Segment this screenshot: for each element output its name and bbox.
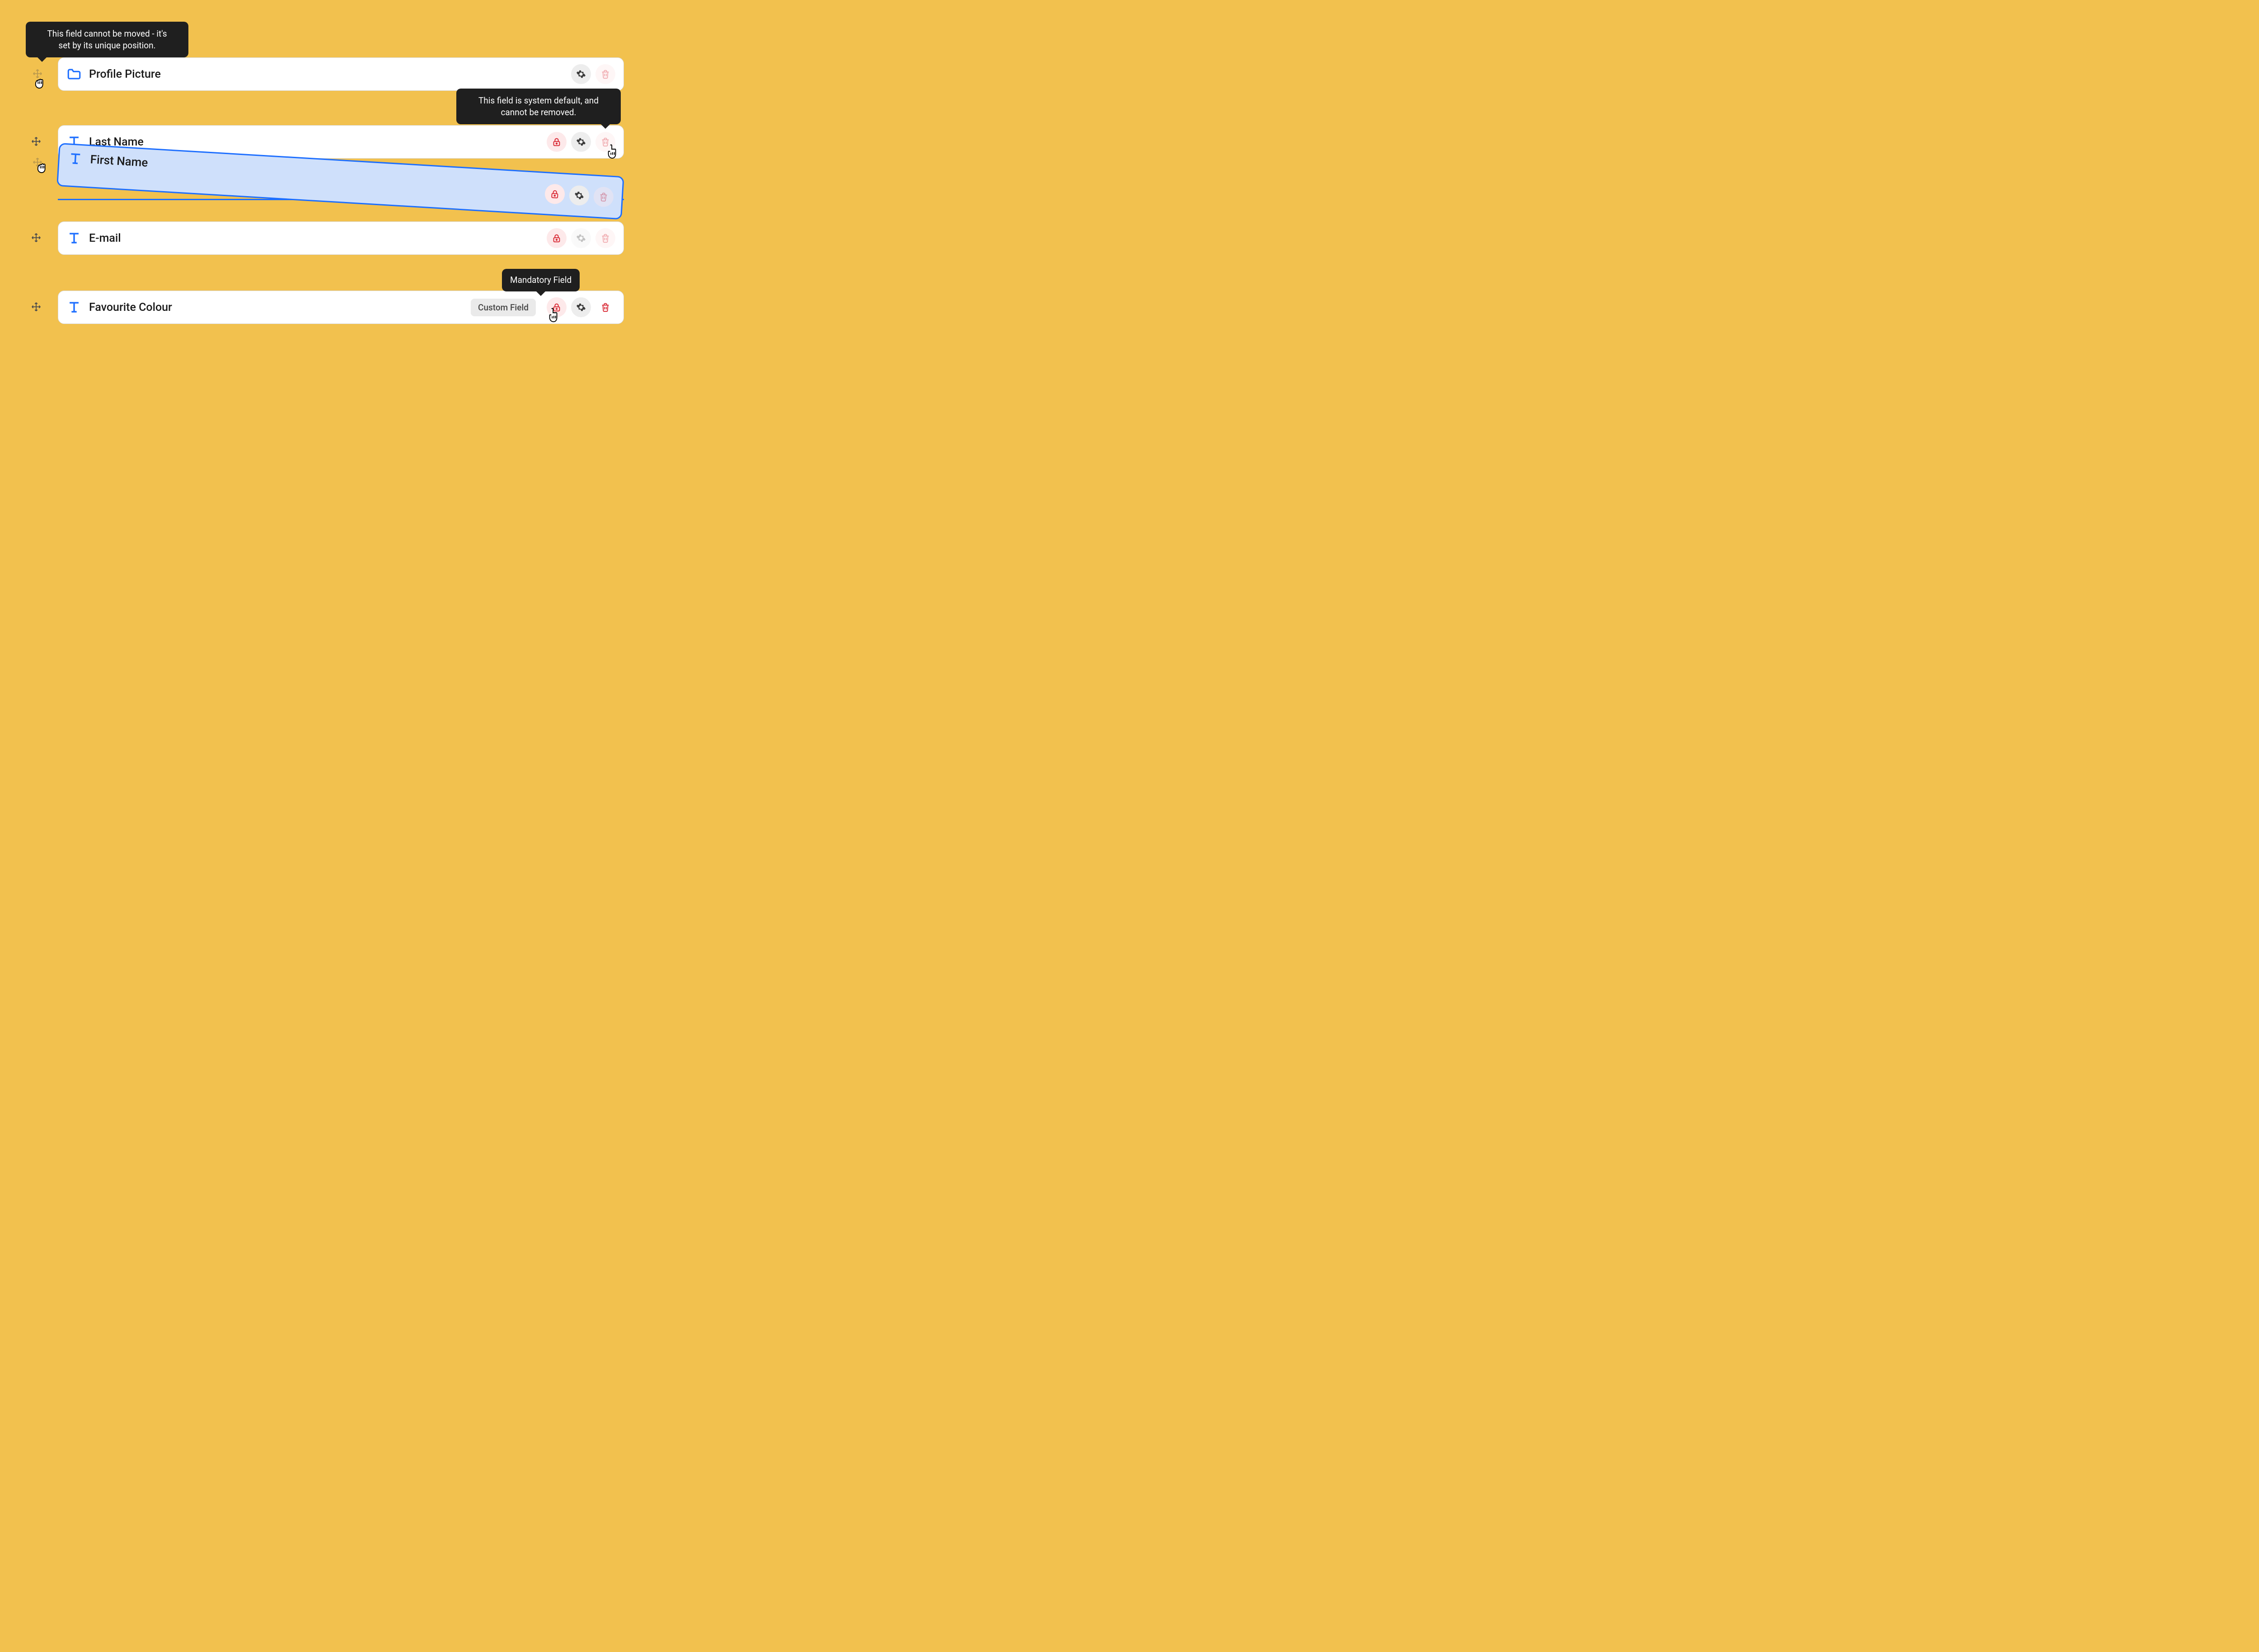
settings-button[interactable] (571, 297, 591, 317)
settings-button[interactable] (571, 64, 591, 84)
drag-handle-icon[interactable] (33, 157, 42, 167)
tooltip-text: Mandatory Field (510, 274, 572, 286)
tooltip-text: This field is system default, and cannot… (465, 95, 612, 118)
settings-button[interactable] (571, 132, 591, 152)
field-row-profile-picture[interactable]: Profile Picture (58, 57, 624, 91)
lock-button[interactable] (547, 297, 567, 317)
field-label: Last Name (89, 136, 542, 149)
field-label: First Name (90, 153, 541, 193)
tooltip-locked-move: This field cannot be moved - it's set by… (26, 22, 188, 57)
settings-button[interactable] (569, 185, 590, 206)
delete-button (595, 228, 615, 248)
drag-handle-icon[interactable] (31, 302, 41, 312)
text-type-icon (67, 150, 84, 167)
text-type-icon (66, 300, 82, 315)
field-label: Favourite Colour (89, 301, 471, 314)
delete-button (593, 186, 614, 207)
tooltip-text: This field cannot be moved - it's set by… (35, 28, 179, 51)
field-label: E-mail (89, 232, 542, 245)
field-label: Profile Picture (89, 68, 567, 81)
folder-icon (66, 66, 82, 82)
delete-button[interactable] (595, 297, 615, 317)
lock-button[interactable] (547, 228, 567, 248)
drag-handle-icon[interactable] (31, 136, 41, 146)
delete-button (595, 64, 615, 84)
custom-field-badge: Custom Field (471, 299, 536, 316)
tooltip-mandatory-field: Mandatory Field (502, 269, 580, 291)
field-row-email[interactable]: E-mail (58, 221, 624, 255)
drag-handle-icon (33, 69, 42, 79)
lock-button[interactable] (547, 132, 567, 152)
lock-button[interactable] (544, 183, 566, 205)
text-type-icon (66, 230, 82, 246)
settings-button[interactable] (571, 228, 591, 248)
tooltip-system-default: This field is system default, and cannot… (456, 89, 621, 124)
delete-button (595, 132, 615, 152)
drag-handle-icon[interactable] (31, 233, 41, 243)
